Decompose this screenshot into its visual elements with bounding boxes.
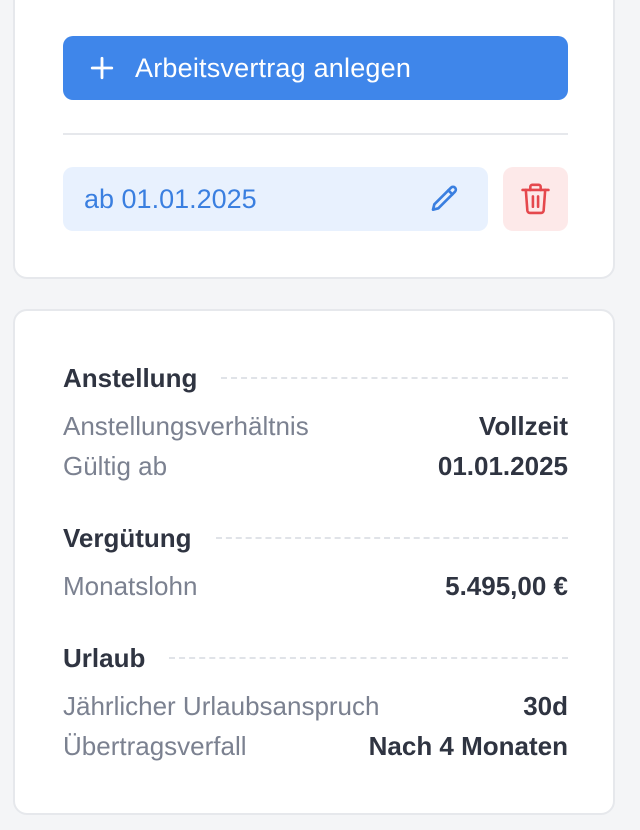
detail-row: Übertragsverfall Nach 4 Monaten xyxy=(63,726,568,766)
detail-row: Gültig ab 01.01.2025 xyxy=(63,446,568,486)
detail-value: Nach 4 Monaten xyxy=(368,730,568,761)
detail-label: Übertragsverfall xyxy=(63,730,247,761)
detail-label: Jährlicher Urlaubsanspruch xyxy=(63,690,380,721)
section-vacation: Urlaub xyxy=(63,638,568,678)
detail-row: Jährlicher Urlaubsanspruch 30d xyxy=(63,686,568,726)
plus-icon xyxy=(90,56,114,80)
section-divider xyxy=(169,657,568,659)
detail-label: Gültig ab xyxy=(63,450,168,481)
section-employment: Anstellung xyxy=(63,358,568,398)
pencil-icon[interactable] xyxy=(429,183,461,215)
contract-label: ab 01.01.2025 xyxy=(84,183,257,214)
contract-details-card: Anstellung Anstellungsverhältnis Vollzei… xyxy=(13,309,615,815)
detail-row: Monatslohn 5.495,00 € xyxy=(63,566,568,606)
contracts-card: Arbeitsvertrag anlegen ab 01.01.2025 xyxy=(13,0,615,279)
trash-icon xyxy=(521,183,550,215)
section-compensation: Vergütung xyxy=(63,518,568,558)
delete-contract-button[interactable] xyxy=(503,167,568,231)
section-divider xyxy=(215,537,568,539)
section-title: Urlaub xyxy=(63,642,146,673)
add-contract-label: Arbeitsvertrag anlegen xyxy=(135,52,412,83)
detail-label: Monatslohn xyxy=(63,570,198,601)
detail-label: Anstellungsverhältnis xyxy=(63,410,309,441)
detail-value: Vollzeit xyxy=(478,410,568,441)
add-contract-button[interactable]: Arbeitsvertrag anlegen xyxy=(63,36,568,100)
detail-value: 01.01.2025 xyxy=(437,450,568,481)
section-title: Anstellung xyxy=(63,362,198,393)
section-divider xyxy=(221,377,568,379)
detail-value: 5.495,00 € xyxy=(445,570,568,601)
section-title: Vergütung xyxy=(63,522,192,553)
divider xyxy=(63,133,568,135)
detail-value: 30d xyxy=(523,690,568,721)
contract-item[interactable]: ab 01.01.2025 xyxy=(63,167,488,231)
detail-row: Anstellungsverhältnis Vollzeit xyxy=(63,406,568,446)
